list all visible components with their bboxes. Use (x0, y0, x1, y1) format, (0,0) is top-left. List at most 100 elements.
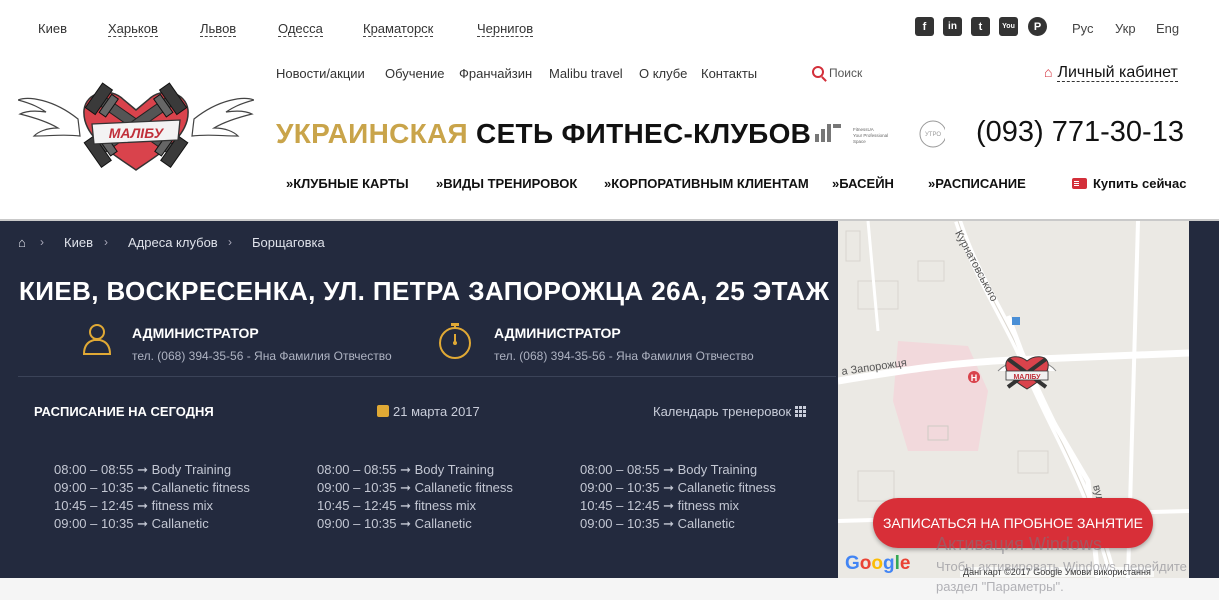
search-icon[interactable] (812, 66, 824, 78)
nav-about[interactable]: О клубе (639, 66, 687, 81)
nav-training-types-label: ВИДЫ ТРЕНИРОВОК (443, 176, 578, 191)
personal-cabinet-link[interactable]: ⌂ Личный кабинет (1044, 64, 1178, 82)
stopwatch-icon (439, 323, 471, 359)
breadcrumb-kiev[interactable]: Киев (64, 235, 93, 250)
city-odesa[interactable]: Одесса (278, 21, 323, 37)
nav-corporate-label: КОРПОРАТИВНЫМ КЛИЕНТАМ (611, 176, 809, 191)
nav-training-types[interactable]: » ВИДЫ ТРЕНИРОВОК (436, 176, 577, 191)
city-kharkiv[interactable]: Харьков (108, 21, 158, 37)
home-icon: ⌂ (1044, 64, 1053, 80)
svg-text:FitnessUA: FitnessUA (853, 127, 874, 132)
city-lviv[interactable]: Львов (200, 21, 237, 37)
admin-phone[interactable]: тел. (068) 394-35-56 - Яна Фамилия Отвче… (494, 349, 754, 363)
grid-icon (795, 406, 808, 417)
schedule-item: 10:45 – 12:45 ➞ fitness mix (317, 498, 477, 513)
city-chernihiv[interactable]: Чернигов (477, 21, 534, 37)
schedule-date[interactable]: 21 марта 2017 (377, 404, 480, 419)
right-edge-panel (1189, 221, 1219, 578)
training-calendar-link[interactable]: Календарь тренеровок (653, 404, 808, 419)
twitter-icon[interactable]: t (971, 17, 990, 36)
nav-club-cards-label: КЛУБНЫЕ КАРТЫ (293, 176, 409, 191)
schedule-item: 09:00 – 10:35 ➞ Callanetic (317, 516, 472, 531)
nav-contacts[interactable]: Контакты (701, 66, 757, 81)
page: Киев Харьков Львов Одесса Краматорск Чер… (0, 0, 1219, 600)
schedule-column: 08:00 – 08:55 ➞ Body Training 09:00 – 10… (54, 462, 250, 534)
tagline-gold: УКРАИНСКАЯ (276, 118, 468, 149)
schedule-item: 09:00 – 10:35 ➞ Callanetic fitness (54, 480, 250, 495)
tagline: УКРАИНСКАЯ СЕТЬ ФИТНЕС-КЛУБОВ (276, 118, 811, 150)
nav-schedule-label: РАСПИСАНИЕ (935, 176, 1026, 191)
svg-text:H: H (971, 373, 978, 383)
buy-label: Купить сейчас (1093, 176, 1187, 191)
training-calendar-label: Календарь тренеровок (653, 404, 792, 419)
card-icon (1072, 178, 1087, 189)
chevron-right-icon: › (228, 235, 232, 249)
buy-now-link[interactable]: Купить сейчас (1072, 176, 1186, 191)
admin-title: АДМИНИСТРАТОР (494, 325, 621, 341)
schedule-date-label: 21 марта 2017 (393, 404, 480, 419)
schedule-column: 08:00 – 08:55 ➞ Body Training 09:00 – 10… (580, 462, 776, 534)
schedule-title: РАСПИСАНИЕ НА СЕГОДНЯ (34, 404, 214, 419)
lang-ru[interactable]: Рус (1072, 21, 1094, 36)
nav-franchise[interactable]: Франчайзин (459, 66, 532, 81)
schedule-item: 09:00 – 10:35 ➞ Callanetic fitness (580, 480, 776, 495)
calendar-icon (377, 405, 389, 417)
youtube-icon[interactable]: You (999, 17, 1018, 36)
schedule-item: 09:00 – 10:35 ➞ Callanetic (580, 516, 735, 531)
nav-schedule[interactable]: » РАСПИСАНИЕ (928, 176, 1026, 191)
admin-title: АДМИНИСТРАТОР (132, 325, 259, 341)
facebook-icon[interactable]: f (915, 17, 934, 36)
schedule-item: 08:00 – 08:55 ➞ Body Training (54, 462, 232, 477)
phone-number[interactable]: (093) 771-30-13 (976, 116, 1184, 149)
admin-phone[interactable]: тел. (068) 394-35-56 - Яна Фамилия Отвче… (132, 349, 392, 363)
breadcrumb-current: Борщаговка (252, 235, 325, 250)
transit-icon (1012, 317, 1020, 325)
lang-en[interactable]: Eng (1156, 21, 1179, 36)
breadcrumb-club-addresses[interactable]: Адреса клубов (128, 235, 218, 250)
nav-corporate[interactable]: » КОРПОРАТИВНЫМ КЛИЕНТАМ (604, 176, 809, 191)
schedule-item: 08:00 – 08:55 ➞ Body Training (317, 462, 495, 477)
malibu-logo[interactable]: МАЛІБУ (18, 74, 254, 180)
nav-club-cards[interactable]: » КЛУБНЫЕ КАРТЫ (286, 176, 409, 191)
search-box[interactable]: Поиск (812, 66, 862, 80)
city-kiev[interactable]: Киев (38, 21, 67, 36)
nav-pool[interactable]: » БАСЕЙН (832, 176, 894, 191)
partner-logos: FitnessUA Your Professional Space УТРО (815, 120, 945, 148)
chevron-right-icon: › (40, 235, 44, 249)
svg-text:Space: Space (853, 139, 866, 144)
admin-contact: АДМИНИСТРАТОР тел. (068) 394-35-56 - Яна… (82, 322, 392, 363)
windows-activation-watermark: раздел "Параметры". (936, 579, 1064, 594)
admin-contact: АДМИНИСТРАТОР тел. (068) 394-35-56 - Яна… (437, 322, 754, 365)
windows-activation-watermark: Активация Windows (936, 534, 1102, 554)
home-icon[interactable]: ⌂ (18, 235, 26, 250)
search-label: Поиск (829, 66, 863, 80)
city-kramatorsk[interactable]: Краматорск (363, 21, 434, 37)
nav-pool-label: БАСЕЙН (839, 176, 894, 191)
linkedin-icon[interactable]: in (943, 17, 962, 36)
person-icon (82, 324, 112, 355)
club-address-title: КИЕВ, ВОСКРЕСЕНКА, УЛ. ПЕТРА ЗАПОРОЖЦА 2… (19, 276, 830, 306)
schedule-item: 10:45 – 12:45 ➞ fitness mix (580, 498, 740, 513)
svg-text:МАЛІБУ: МАЛІБУ (1013, 374, 1041, 381)
lang-uk[interactable]: Укр (1115, 21, 1136, 36)
schedule-column: 08:00 – 08:55 ➞ Body Training 09:00 – 10… (317, 462, 513, 534)
nav-malibu-travel[interactable]: Malibu travel (549, 66, 623, 81)
club-info-panel: ⌂ › Киев › Адреса клубов › Борщаговка КИ… (0, 221, 838, 578)
windows-activation-watermark: Чтобы активировать Windows, перейдите (936, 559, 1187, 574)
svg-text:УТРО: УТРО (925, 132, 941, 138)
schedule-item: 09:00 – 10:35 ➞ Callanetic (54, 516, 209, 531)
tagline-black: СЕТЬ ФИТНЕС-КЛУБОВ (476, 118, 812, 149)
svg-text:МАЛІБУ: МАЛІБУ (109, 125, 165, 141)
pinterest-icon[interactable]: P (1028, 17, 1047, 36)
nav-news[interactable]: Новости/акции (276, 66, 365, 81)
chevron-right-icon: › (104, 235, 108, 249)
cabinet-label: Личный кабинет (1057, 64, 1178, 82)
schedule-item: 09:00 – 10:35 ➞ Callanetic fitness (317, 480, 513, 495)
svg-text:Your Professional: Your Professional (853, 133, 888, 138)
nav-education[interactable]: Обучение (385, 66, 444, 81)
schedule-item: 10:45 – 12:45 ➞ fitness mix (54, 498, 214, 513)
site-header: Киев Харьков Львов Одесса Краматорск Чер… (0, 0, 1219, 221)
schedule-item: 08:00 – 08:55 ➞ Body Training (580, 462, 758, 477)
divider (18, 376, 836, 377)
google-logo[interactable]: Google (845, 553, 910, 575)
